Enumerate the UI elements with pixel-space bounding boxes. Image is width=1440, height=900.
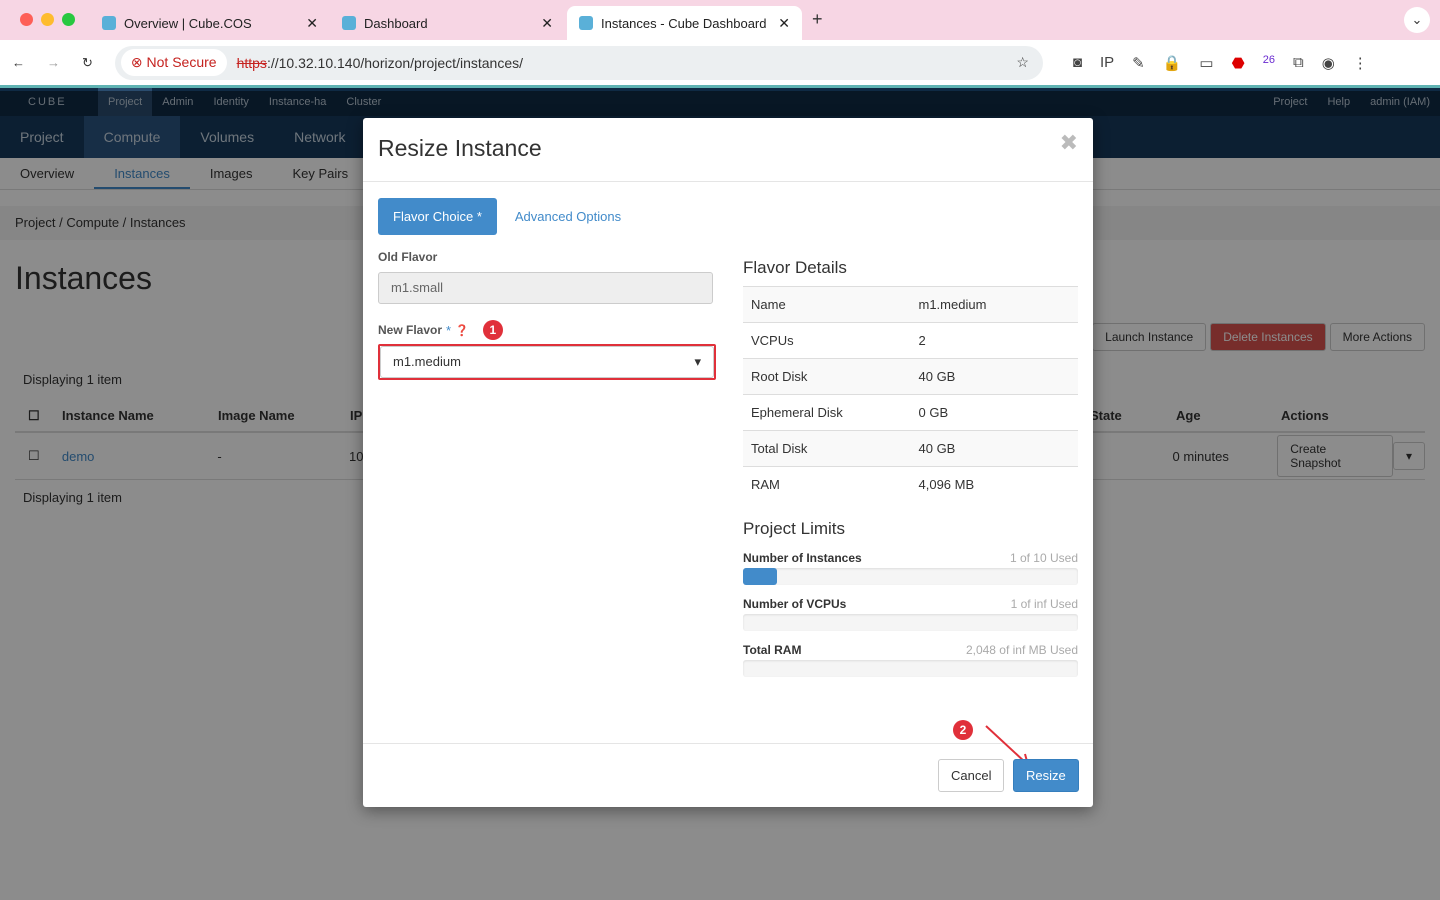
detail-value: 0 GB bbox=[910, 394, 1078, 431]
cancel-button[interactable]: Cancel bbox=[938, 759, 1005, 792]
minimize-button[interactable] bbox=[41, 13, 54, 26]
address-bar: ← → ↻ ⊗ Not Secure https://10.32.10.140/ho… bbox=[0, 40, 1440, 88]
detail-value: 40 GB bbox=[910, 430, 1078, 467]
adblock-icon[interactable]: ⬣ bbox=[1232, 54, 1245, 72]
old-flavor-field: m1.small bbox=[378, 272, 713, 304]
detail-label: Total Disk bbox=[743, 430, 911, 467]
browser-tabbar: Overview | Cube.COS ✕ Dashboard ✕ Instance… bbox=[0, 0, 1440, 40]
detail-label: Name bbox=[743, 286, 911, 323]
extension-badge-icon[interactable]: 26 bbox=[1263, 54, 1275, 72]
limit-item: Number of VCPUs 1 of inf Used bbox=[743, 597, 1078, 631]
close-window-button[interactable] bbox=[20, 13, 33, 26]
detail-value: 4,096 MB bbox=[910, 466, 1078, 503]
flavor-detail-row: Name m1.medium bbox=[743, 286, 1078, 323]
ip-icon[interactable]: IP bbox=[1100, 54, 1114, 72]
close-tab-icon[interactable]: ✕ bbox=[778, 15, 790, 32]
flavor-detail-row: Total Disk 40 GB bbox=[743, 430, 1078, 467]
camera-icon[interactable]: ◙ bbox=[1073, 54, 1082, 72]
reload-icon[interactable]: ↻ bbox=[82, 55, 93, 71]
browser-tab[interactable]: Overview | Cube.COS ✕ bbox=[90, 6, 330, 40]
detail-label: Ephemeral Disk bbox=[743, 394, 911, 431]
caret-down-icon: ▾ bbox=[694, 354, 701, 369]
tab-flavor-choice[interactable]: Flavor Choice * bbox=[378, 198, 497, 235]
flavor-detail-row: Ephemeral Disk 0 GB bbox=[743, 394, 1078, 431]
browser-tab[interactable]: Dashboard ✕ bbox=[330, 6, 565, 40]
menu-icon[interactable]: ⋮ bbox=[1353, 54, 1368, 72]
flavor-details-table: Name m1.medium VCPUs 2 Root Disk 40 GB Ephemer… bbox=[743, 286, 1078, 503]
forward-icon[interactable]: → bbox=[47, 55, 60, 70]
annotation-badge: 2 bbox=[953, 720, 973, 740]
browser-tab-active[interactable]: Instances - Cube Dashboard ✕ bbox=[567, 6, 802, 40]
close-tab-icon[interactable]: ✕ bbox=[306, 15, 318, 32]
limit-progress-bar bbox=[743, 613, 1078, 631]
help-icon[interactable]: ❓ bbox=[455, 324, 469, 337]
url-field[interactable]: ⊗ Not Secure https://10.32.10.140/horizo… bbox=[114, 45, 1043, 80]
detail-value: 2 bbox=[910, 322, 1078, 359]
bookmark-star-icon[interactable]: ☆ bbox=[1016, 54, 1029, 71]
screenshot-icon[interactable]: ▭ bbox=[1199, 54, 1213, 72]
detail-value: 40 GB bbox=[910, 358, 1078, 395]
limit-item: Total RAM 2,048 of inf MB Used bbox=[743, 643, 1078, 677]
resize-button[interactable]: Resize bbox=[1013, 759, 1079, 792]
limit-progress-bar bbox=[743, 567, 1078, 585]
detail-label: Root Disk bbox=[743, 358, 911, 395]
flavor-detail-row: RAM 4,096 MB bbox=[743, 466, 1078, 503]
flavor-detail-row: VCPUs 2 bbox=[743, 322, 1078, 359]
cube-favicon-icon bbox=[102, 16, 116, 30]
lock-icon[interactable]: 🔒 bbox=[1163, 54, 1182, 72]
eyedropper-icon[interactable]: ✎ bbox=[1132, 54, 1145, 72]
cube-favicon-icon bbox=[342, 16, 356, 30]
detail-label: RAM bbox=[743, 466, 911, 503]
zoom-button[interactable] bbox=[62, 13, 75, 26]
close-tab-icon[interactable]: ✕ bbox=[541, 15, 553, 32]
limit-item: Number of Instances 1 of 10 Used bbox=[743, 551, 1078, 585]
flavor-detail-row: Root Disk 40 GB bbox=[743, 358, 1078, 395]
close-icon[interactable]: ✖ bbox=[1060, 130, 1078, 156]
new-flavor-select[interactable]: m1.medium ▾ bbox=[380, 346, 714, 378]
detail-label: VCPUs bbox=[743, 322, 911, 359]
tab-advanced-options[interactable]: Advanced Options bbox=[515, 209, 621, 224]
limit-progress-bar bbox=[743, 659, 1078, 677]
resize-instance-modal: Resize Instance ✖ Flavor Choice * Advance… bbox=[363, 118, 1093, 807]
extensions-icon[interactable]: ⧉ bbox=[1293, 54, 1304, 72]
not-secure-badge[interactable]: ⊗ Not Secure bbox=[120, 49, 227, 76]
new-tab-button[interactable]: + bbox=[812, 9, 823, 30]
tab-search-button[interactable]: ⌄ bbox=[1404, 7, 1430, 33]
modal-title: Resize Instance bbox=[378, 135, 542, 161]
avatar[interactable]: ◉ bbox=[1322, 54, 1335, 72]
annotation-badge: 1 bbox=[482, 320, 503, 340]
detail-value: m1.medium bbox=[910, 286, 1078, 323]
cube-favicon-icon bbox=[579, 16, 593, 30]
back-icon[interactable]: ← bbox=[12, 55, 25, 70]
